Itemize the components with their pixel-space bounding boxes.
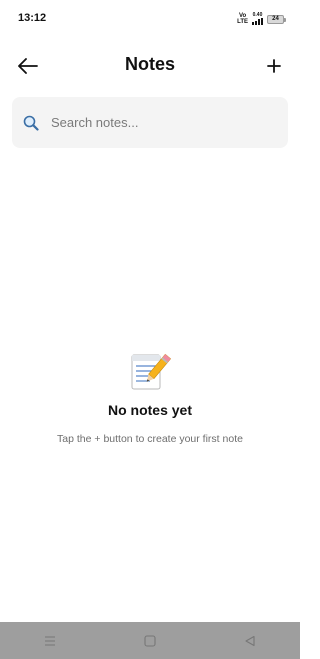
system-back-button[interactable]: [220, 622, 280, 659]
search-icon: [23, 114, 41, 132]
empty-state: No notes yet Tap the + button to create …: [0, 350, 300, 445]
battery-icon: 24: [267, 14, 286, 24]
volte-indicator: Vo LTE: [237, 13, 248, 25]
page-title: Notes: [124, 54, 175, 74]
volte-bottom-label: LTE: [237, 19, 248, 25]
back-triangle-icon: [245, 635, 255, 646]
search-input[interactable]: [49, 114, 273, 131]
search-bar[interactable]: [12, 97, 288, 148]
menu-icon: [45, 635, 55, 646]
status-time: 13:12: [18, 12, 47, 24]
signal-bars: [252, 18, 263, 25]
empty-state-subtitle: Tap the + button to create your first no…: [57, 433, 243, 445]
home-square-icon: [144, 634, 156, 647]
home-button[interactable]: [120, 622, 180, 659]
battery-level: 24: [272, 16, 279, 22]
plus-icon: [267, 59, 281, 73]
add-note-button[interactable]: [260, 52, 288, 80]
status-bar: 13:12 Vo LTE 0.40 24: [0, 0, 300, 38]
app-header: Notes: [0, 44, 300, 88]
signal-icon: 0.40: [252, 13, 263, 25]
system-nav-bar: [0, 622, 300, 659]
memo-pencil-icon: [131, 353, 172, 390]
empty-state-title: No notes yet: [107, 402, 192, 418]
status-icons: Vo LTE 0.40 24: [237, 12, 286, 26]
recent-apps-button[interactable]: [20, 622, 80, 659]
